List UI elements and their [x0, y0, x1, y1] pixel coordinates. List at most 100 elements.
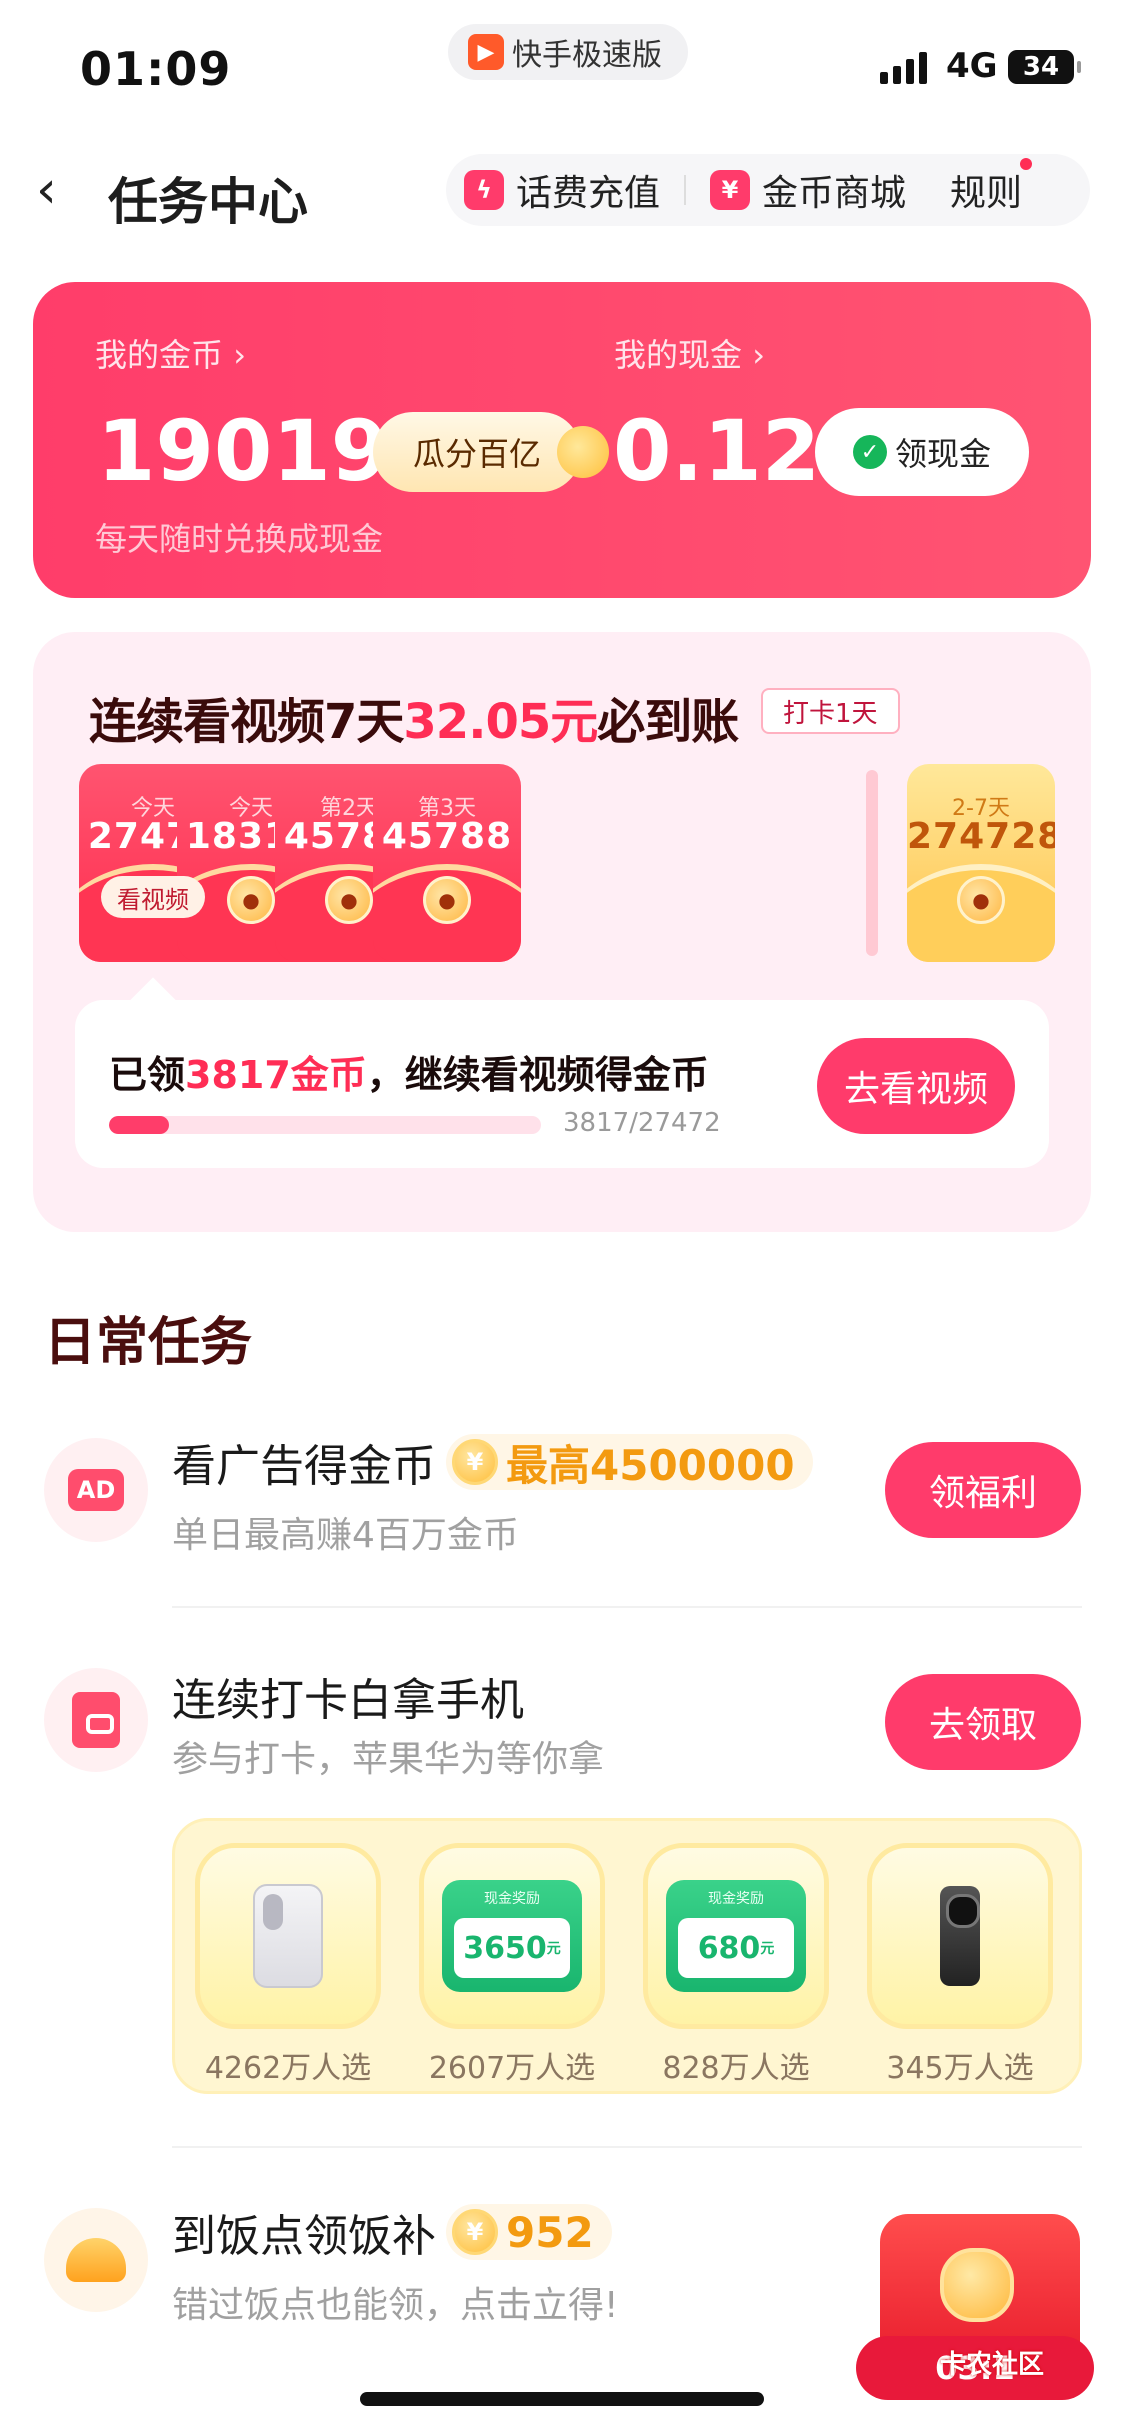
chevron-right-icon: ›: [233, 336, 246, 374]
battery-level: 34: [1022, 52, 1060, 82]
envelope-value: 274728: [907, 816, 1055, 857]
go-claim-button[interactable]: 去领取: [885, 1674, 1081, 1770]
task-title: 到饭点领饭补: [172, 2211, 436, 2262]
checkin-card: 连续看视频7天32.05元必到账 打卡1天 今天 27472 看视频 今天 18…: [33, 632, 1091, 1232]
claim-welfare-button[interactable]: 领福利: [885, 1442, 1081, 1538]
share-billions-button[interactable]: 瓜分百亿: [373, 412, 609, 492]
recharge-label: 话费充值: [516, 173, 661, 214]
cash-balance: 0.12: [613, 402, 821, 500]
watch-video-button[interactable]: 去看视频: [817, 1038, 1015, 1134]
task-name: 连续打卡白拿手机: [172, 1664, 524, 1728]
coin-mall-button[interactable]: ¥ 金币商城: [710, 164, 906, 216]
battery-icon: 34: [1008, 50, 1081, 84]
envelope-day2-7[interactable]: 2-7天 274728 ●: [907, 764, 1055, 962]
cellular-signal-icon: [880, 50, 927, 84]
prize-caption: 4262万人选: [204, 2051, 372, 2086]
task-subtitle: 单日最高赚4百万金币: [172, 1515, 519, 1556]
camera-icon: [940, 1886, 980, 1986]
checkin-title-prefix: 连续看视频7天: [89, 694, 404, 750]
lock-icon: ●: [957, 876, 1005, 924]
task-subtitle: 错过饭点也能领，点击立得!: [172, 2285, 619, 2326]
lock-icon: ●: [227, 876, 275, 924]
ad-task-icon: AD: [44, 1438, 148, 1542]
prize-cash-3650[interactable]: 现金奖励 3650 元 2607万人选: [419, 1843, 605, 2087]
cash-card-title: 现金奖励: [484, 1891, 540, 1907]
recharge-button[interactable]: ϟ 话费充值: [464, 164, 660, 216]
cash-card-title: 现金奖励: [708, 1891, 764, 1907]
task-divider: [172, 1606, 1082, 1608]
prize-phone[interactable]: 4262万人选: [195, 1843, 381, 2087]
reward-badge: ¥ 952: [446, 2204, 612, 2260]
lock-icon: ●: [423, 876, 471, 924]
watch-video-chip[interactable]: 看视频: [101, 876, 205, 918]
task-subtitle: 参与打卡，苹果华为等你拿: [172, 1739, 605, 1780]
app-name: 快手极速版: [512, 38, 662, 73]
prize-image: [867, 1843, 1053, 2029]
checkin-days-tag: 打卡1天: [761, 688, 900, 734]
my-cash-link[interactable]: 我的现金 ›: [614, 330, 765, 376]
task-name: 到饭点领饭补 ¥ 952: [172, 2200, 612, 2264]
yen-ticket-icon: ¥: [710, 170, 751, 210]
prize-image: [195, 1843, 381, 2029]
task-title: 看广告得金币: [172, 1441, 436, 1492]
checkin-title-suffix: 必到账: [597, 694, 739, 750]
kuaishou-logo-icon: ▶: [468, 34, 504, 70]
cash-card-value: 3650: [463, 1930, 547, 1966]
task-name: 看广告得金币 ¥ 最高4500000: [172, 1430, 813, 1494]
home-indicator[interactable]: [360, 2392, 764, 2406]
watermark-logo: 卡农社区: [940, 2350, 1045, 2380]
prize-gimbal-camera[interactable]: 345万人选: [867, 1843, 1053, 2087]
coin-mall-label: 金币商城: [762, 173, 907, 214]
progress-bar-fill: [109, 1116, 170, 1134]
my-coins-link[interactable]: 我的金币 ›: [95, 330, 246, 376]
phone-icon: [253, 1884, 323, 1988]
lock-icon: ●: [325, 876, 373, 924]
rules-label: 规则: [950, 173, 1023, 214]
progress-bar: [109, 1116, 541, 1134]
cash-reward-card: 现金奖励 3650 元: [442, 1880, 582, 1992]
back-icon[interactable]: ‹: [36, 160, 96, 220]
wechat-icon: ✓: [852, 435, 887, 469]
reward-badge: ¥ 最高4500000: [446, 1434, 813, 1490]
claim-cash-button[interactable]: ✓ 领现金: [815, 408, 1029, 496]
reward-amount: 952: [506, 2207, 594, 2257]
envelope-value: 45788: [381, 816, 513, 857]
bag-icon: [72, 1692, 120, 1748]
prize-image: 现金奖励 3650 元: [419, 1843, 605, 2029]
back-to-app-pill[interactable]: ▶ 快手极速版: [448, 24, 688, 80]
claim-cash-label: 领现金: [894, 435, 991, 473]
my-cash-label: 我的现金: [614, 336, 743, 374]
prize-cash-680[interactable]: 现金奖励 680 元 828万人选: [643, 1843, 829, 2087]
prize-caption: 345万人选: [886, 2051, 1034, 2086]
checkin-progress-box: 已领3817金币，继续看视频得金币 3817/27472 去看视频: [75, 1000, 1049, 1168]
chevron-right-icon: ›: [752, 336, 765, 374]
envelope-peek: [866, 770, 878, 956]
progress-text: 已领3817金币，继续看视频得金币: [109, 1044, 709, 1099]
status-bar: 01:09 ▶ 快手极速版 4G 34: [0, 0, 1125, 135]
nav-bar: ‹ 任务中心 ϟ 话费充值 ¥ 金币商城 规则: [0, 140, 1125, 240]
page-title: 任务中心: [108, 173, 308, 231]
notification-dot: [1020, 158, 1033, 170]
my-coins-label: 我的金币: [95, 336, 224, 374]
cash-card-value-box: 680 元: [678, 1918, 794, 1978]
cash-card-unit: 元: [760, 1941, 775, 1957]
prize-caption: 2607万人选: [428, 2051, 596, 2086]
rules-button[interactable]: 规则: [950, 158, 1033, 216]
coins-balance: 19019: [97, 402, 390, 500]
checkin-title: 连续看视频7天32.05元必到账: [89, 682, 739, 752]
progress-count: 3817/27472: [563, 1108, 721, 1138]
envelope-day3[interactable]: 第3天 45788 ●: [373, 764, 521, 962]
lightning-icon: ϟ: [464, 170, 504, 210]
cash-card-unit: 元: [546, 1941, 561, 1957]
task-title: 连续打卡白拿手机: [172, 1675, 524, 1726]
meal-task-icon: [44, 2208, 148, 2312]
ad-icon: AD: [68, 1469, 124, 1511]
nav-tools: ϟ 话费充值 ¥ 金币商城 规则: [446, 154, 1090, 226]
network-type: 4G: [946, 46, 998, 86]
daily-tasks-heading: 日常任务: [44, 1313, 253, 1373]
cash-reward-card: 现金奖励 680 元: [666, 1880, 806, 1992]
progress-highlight: 3817金币: [185, 1053, 367, 1097]
share-label: 瓜分百亿: [412, 435, 541, 473]
progress-suffix: ，继续看视频得金币: [366, 1053, 709, 1097]
prize-image: 现金奖励 680 元: [643, 1843, 829, 2029]
